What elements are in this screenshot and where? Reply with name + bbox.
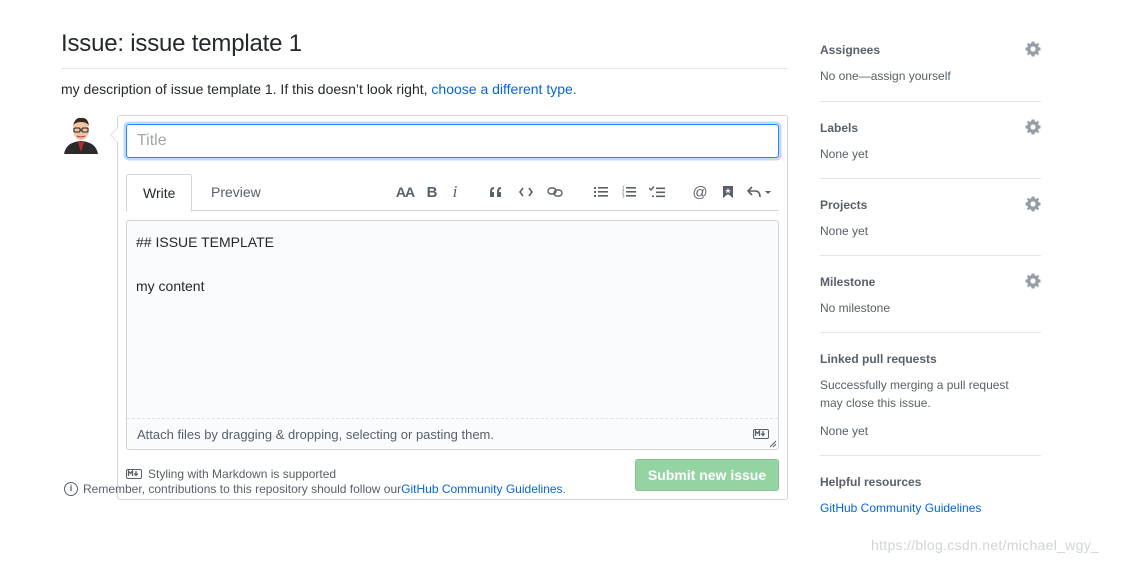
labels-value: None yet [820, 147, 869, 161]
submit-new-issue-button[interactable]: Submit new issue [635, 459, 779, 491]
projects-value: None yet [820, 224, 869, 238]
choose-different-type-link[interactable]: choose a different type. [431, 81, 576, 97]
svg-text:3: 3 [622, 194, 625, 199]
assignees-heading: Assignees [820, 43, 881, 57]
linked-pr-note: Successfully merging a pull request may … [820, 378, 1009, 410]
projects-heading: Projects [820, 198, 868, 212]
markdown-note-text: Styling with Markdown is supported [148, 467, 337, 481]
gear-icon[interactable] [1025, 273, 1041, 289]
editor-tabs: Write Preview AA B i 123 @ [126, 174, 779, 212]
text-size-icon[interactable]: AA [395, 180, 415, 204]
reminder-text: Remember, contributions to this reposito… [83, 482, 402, 496]
sidebar-labels: Labels None yet [820, 102, 1041, 179]
reminder-suffix: . [562, 482, 566, 496]
sidebar-community-guidelines-link[interactable]: GitHub Community Guidelines [820, 499, 1041, 517]
italic-icon[interactable]: i [445, 180, 465, 204]
main-column: Issue: issue template 1 my description o… [61, 28, 788, 500]
sidebar-projects: Projects None yet [820, 179, 1041, 256]
mention-icon[interactable]: @ [690, 180, 710, 204]
ordered-list-icon[interactable]: 123 [619, 180, 639, 204]
guidelines-reminder: i Remember, contributions to this reposi… [64, 482, 566, 496]
avatar[interactable] [61, 114, 101, 154]
new-issue-form: Write Preview AA B i 123 [110, 115, 788, 500]
sidebar-assignees: Assignees No one—assign yourself [820, 40, 1041, 102]
body-line-content: my content [136, 278, 205, 294]
milestone-value: No milestone [820, 301, 891, 315]
milestone-heading: Milestone [820, 275, 876, 289]
gear-icon[interactable] [1025, 119, 1041, 135]
body-line-heading: ## ISSUE TEMPLATE [136, 234, 274, 250]
attach-files-bar[interactable]: Attach files by dragging & dropping, sel… [127, 418, 778, 449]
markdown-supported-note[interactable]: Styling with Markdown is supported [126, 467, 336, 481]
tab-write[interactable]: Write [126, 174, 193, 212]
helpful-resources-heading: Helpful resources [820, 475, 922, 489]
task-list-icon[interactable] [647, 180, 667, 204]
quote-icon[interactable] [486, 180, 506, 204]
labels-heading: Labels [820, 121, 859, 135]
bold-icon[interactable]: B [422, 180, 442, 204]
avatar-image [61, 114, 101, 154]
sidebar-milestone: Milestone No milestone [820, 256, 1041, 333]
markdown-icon [126, 469, 142, 479]
gear-icon[interactable] [1025, 41, 1041, 57]
reply-icon[interactable] [745, 180, 775, 204]
unordered-list-icon[interactable] [591, 180, 611, 204]
page-title: Issue: issue template 1 [61, 28, 788, 69]
sidebar-linked-pull-requests: Linked pull requests Successfully mergin… [820, 333, 1041, 456]
linked-pr-heading: Linked pull requests [820, 352, 937, 366]
community-guidelines-link[interactable]: GitHub Community Guidelines [401, 482, 562, 496]
tab-preview[interactable]: Preview [195, 174, 277, 211]
issue-body-textarea[interactable]: ## ISSUE TEMPLATE my content Attach files… [126, 220, 779, 450]
markdown-icon [753, 429, 769, 439]
issue-body-text[interactable]: ## ISSUE TEMPLATE my content [136, 231, 274, 297]
description-text: my description of issue template 1. If t… [61, 81, 432, 97]
sidebar-helpful-resources: Helpful resources GitHub Community Guide… [820, 456, 1041, 517]
assignees-value[interactable]: No one—assign yourself [820, 67, 1041, 85]
issue-title-input[interactable] [126, 124, 779, 158]
template-description: my description of issue template 1. If t… [61, 79, 788, 99]
linked-pr-value: None yet [820, 424, 869, 438]
info-icon: i [64, 482, 78, 496]
gear-icon[interactable] [1025, 196, 1041, 212]
saved-reply-icon[interactable] [718, 180, 738, 204]
issue-sidebar: Assignees No one—assign yourself Labels … [820, 40, 1041, 517]
code-icon[interactable] [516, 180, 536, 204]
link-icon[interactable] [545, 180, 565, 204]
watermark: https://blog.csdn.net/michael_wgy_ [871, 537, 1100, 553]
attach-files-text: Attach files by dragging & dropping, sel… [137, 427, 494, 442]
markdown-toolbar: AA B i 123 @ [395, 180, 779, 204]
